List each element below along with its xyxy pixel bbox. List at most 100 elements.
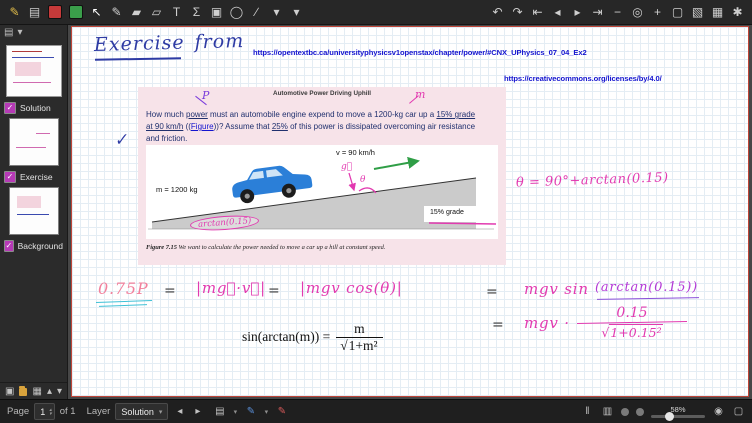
annotation-m: m bbox=[415, 88, 425, 101]
undo-icon[interactable]: ↶ bbox=[488, 3, 507, 22]
xournal-app-window: ✎▤↖✎▰▱TΣ▣◯∕▾▾ ↶↷⇤◂▸⇥−◎+▢▧▦✱ ▤ ▾ ✓ Soluti… bbox=[0, 0, 752, 423]
zoom-fit-icon[interactable]: ▢ bbox=[668, 3, 687, 22]
layer-background-checkbox[interactable]: ✓ bbox=[4, 240, 14, 252]
open-folder-icon[interactable] bbox=[19, 388, 27, 396]
layer-select-dropdown[interactable]: Solution ▾ bbox=[115, 403, 168, 420]
shape-tool-icon[interactable]: ◯ bbox=[227, 3, 246, 22]
prev-layer-button[interactable]: ◂ bbox=[173, 406, 186, 417]
tool-options-dropdown-icon[interactable]: ▾ bbox=[267, 3, 286, 22]
first-page-icon[interactable]: ⇤ bbox=[528, 3, 547, 22]
zoom-in-icon[interactable]: + bbox=[648, 3, 667, 22]
pen-preset-red-icon[interactable]: ✎ bbox=[275, 406, 288, 417]
thumb-stroke bbox=[13, 82, 51, 83]
prev-page-icon[interactable]: ◂ bbox=[548, 3, 567, 22]
redo-icon[interactable]: ↷ bbox=[508, 3, 527, 22]
license-url-link[interactable]: https://creativecommons.org/licenses/by/… bbox=[504, 74, 662, 83]
figure-link[interactable]: Figure bbox=[191, 122, 214, 131]
handwritten-heading: Exercisefrom bbox=[94, 30, 245, 56]
dual-page-icon[interactable]: ‖ bbox=[581, 406, 594, 417]
preview-panel-icon[interactable]: ▤ bbox=[4, 27, 13, 39]
layout-icon[interactable]: ▥ bbox=[601, 406, 614, 417]
math-tex-tool-icon[interactable]: Σ bbox=[187, 3, 206, 22]
pen-color-green-swatch[interactable] bbox=[69, 5, 83, 19]
line-tool-icon[interactable]: ∕ bbox=[247, 3, 266, 22]
settings-icon[interactable]: ✱ bbox=[728, 3, 747, 22]
toolbar-right-group: ↶↷⇤◂▸⇥−◎+▢▧▦✱ bbox=[488, 3, 747, 22]
zoom-slider[interactable] bbox=[651, 415, 705, 418]
problem-segment: 25% bbox=[272, 122, 288, 131]
eq-term-arctan: (arctan(0.15)) bbox=[595, 280, 698, 295]
toggle-dot-icon[interactable] bbox=[621, 408, 629, 416]
solution-layer-thumbnail[interactable] bbox=[9, 118, 59, 166]
fraction-numerator: 0.15 bbox=[577, 305, 687, 321]
sidebar-collapse-icon[interactable]: ▾ bbox=[17, 27, 22, 39]
grid-snap-icon[interactable]: ▦ bbox=[708, 3, 727, 22]
problem-card: Automotive Power Driving Uphill P m How … bbox=[138, 87, 506, 265]
layer-exercise-checkbox[interactable]: ✓ bbox=[4, 171, 16, 183]
handwritten-checkmark: ✓ bbox=[113, 129, 129, 150]
page-overview-icon[interactable]: ▤ bbox=[25, 3, 44, 22]
problem-segment: must an automobile engine expend to move… bbox=[208, 110, 437, 119]
page-1-thumbnail[interactable] bbox=[6, 45, 62, 97]
gravity-vector-annotation: g⃗ bbox=[341, 162, 352, 172]
page-number-input[interactable]: 1 ▴▾ bbox=[34, 403, 55, 420]
toolbar-left-group: ✎▤↖✎▰▱TΣ▣◯∕▾▾ bbox=[5, 2, 306, 22]
pen-tool-icon[interactable]: ✎ bbox=[107, 3, 126, 22]
thumb-stroke bbox=[17, 214, 49, 215]
zoom-reset-icon[interactable]: ◉ bbox=[712, 406, 725, 417]
grid-view-icon[interactable]: ▦ bbox=[32, 386, 41, 397]
highlighter-tool-icon[interactable]: ▰ bbox=[127, 3, 146, 22]
canvas-viewport[interactable]: Exercisefrom https://opentextbc.ca/unive… bbox=[67, 24, 752, 400]
heading-word-from: from bbox=[194, 30, 244, 53]
thumb-stroke bbox=[36, 133, 50, 134]
problem-title: Automotive Power Driving Uphill bbox=[138, 90, 506, 97]
problem-segment: How much bbox=[146, 110, 186, 119]
identity-fraction: m √1+m² bbox=[336, 321, 382, 353]
identity-lhs: sin(arctan(m)) = bbox=[242, 329, 330, 345]
exercise-layer-thumbnail[interactable] bbox=[9, 187, 59, 235]
problem-segment: ))? Assume that bbox=[214, 122, 272, 131]
move-layer-down-icon[interactable]: ▾ bbox=[57, 386, 62, 397]
copy-layer-icon[interactable]: ▣ bbox=[5, 386, 14, 397]
stroke-style-dropdown-icon[interactable]: ▾ bbox=[287, 3, 306, 22]
equals-sign: = bbox=[486, 284, 499, 300]
layer-row-exercise[interactable]: ✓ Exercise bbox=[0, 168, 67, 184]
next-layer-button[interactable]: ▸ bbox=[191, 406, 204, 417]
move-layer-up-icon[interactable]: ▴ bbox=[47, 386, 52, 397]
image-tool-icon[interactable]: ▣ bbox=[207, 3, 226, 22]
eraser-tool-icon[interactable]: ▱ bbox=[147, 3, 166, 22]
app-pen-icon[interactable]: ✎ bbox=[5, 3, 24, 22]
layer-solution-checkbox[interactable]: ✓ bbox=[4, 102, 16, 114]
layer-sidebar: ▤ ▾ ✓ Solution ✓ Exercise ✓ Background bbox=[0, 24, 68, 400]
spin-down-icon[interactable]: ▾ bbox=[49, 412, 52, 416]
typeset-identity: sin(arctan(m)) = m √1+m² bbox=[242, 321, 383, 353]
view-mode-dropdown-icon[interactable]: ▾ bbox=[231, 408, 239, 416]
select-tool-icon[interactable]: ↖ bbox=[87, 3, 106, 22]
toggle-dot-icon[interactable] bbox=[636, 408, 644, 416]
text-tool-icon[interactable]: T bbox=[167, 3, 186, 22]
view-mode-icon[interactable]: ▤ bbox=[213, 406, 226, 417]
zoom-slider-knob[interactable] bbox=[665, 412, 674, 421]
layer-row-solution[interactable]: ✓ Solution bbox=[0, 99, 67, 115]
sidebar-header: ▤ ▾ bbox=[0, 24, 67, 42]
pen-preset-dropdown-icon[interactable]: ▾ bbox=[262, 408, 270, 416]
source-url-link[interactable]: https://opentextbc.ca/universityphysicsv… bbox=[253, 48, 587, 57]
zoom-out-icon[interactable]: − bbox=[608, 3, 627, 22]
pen-color-red-swatch[interactable] bbox=[48, 5, 62, 19]
problem-segment: (( bbox=[183, 122, 191, 131]
zoom-100-icon[interactable]: ◎ bbox=[628, 3, 647, 22]
fullscreen-icon[interactable]: ▧ bbox=[688, 3, 707, 22]
thumb-stroke bbox=[12, 57, 54, 58]
layer-exercise-label: Exercise bbox=[20, 172, 53, 182]
page-1[interactable]: Exercisefrom https://opentextbc.ca/unive… bbox=[71, 26, 749, 397]
last-page-icon[interactable]: ⇥ bbox=[588, 3, 607, 22]
figure-caption-text: We want to calculate the power needed to… bbox=[177, 244, 385, 251]
eq-term-underline bbox=[96, 300, 152, 303]
fit-page-icon[interactable]: ▢ bbox=[732, 406, 745, 417]
page-count-label: of 1 bbox=[60, 406, 76, 417]
pen-preset-blue-icon[interactable]: ✎ bbox=[244, 406, 257, 417]
layer-row-background[interactable]: ✓ Background bbox=[0, 237, 67, 253]
page-spinner-arrows[interactable]: ▴▾ bbox=[49, 408, 52, 416]
page-label: Page bbox=[7, 406, 29, 417]
next-page-icon[interactable]: ▸ bbox=[568, 3, 587, 22]
